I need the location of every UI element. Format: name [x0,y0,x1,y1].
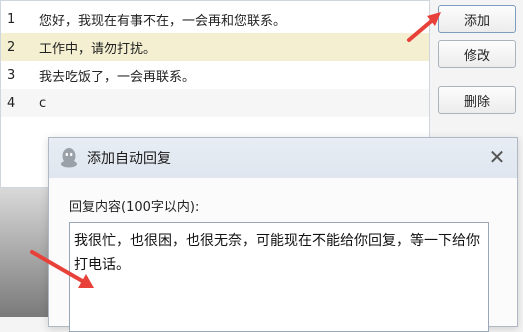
reply-content-input[interactable]: 我很忙，也很困，也很无奈，可能现在不能给你回复，等一下给你打电话。 [69,222,489,332]
list-item[interactable]: 4 c [1,89,429,117]
red-arrow-icon [30,250,94,288]
reply-content-label: 回复内容(100字以内): [69,200,200,215]
dialog-title: 添加自动回复 [87,151,171,167]
list-item[interactable]: 3 我去吃饭了，一会再联系。 [1,61,429,89]
delete-button[interactable]: 删除 [438,86,516,114]
close-icon[interactable]: ✕ [487,147,507,167]
list-item[interactable]: 1 您好，我现在有事不在，一会再和您联系。 [1,5,429,33]
list-item-number: 3 [7,67,16,83]
list-item-number: 4 [7,95,16,111]
list-item-selected[interactable]: 2 工作中，请勿打扰。 [1,33,429,61]
list-item-number: 1 [7,11,16,27]
dialog-titlebar[interactable]: 添加自动回复 ✕ [49,138,517,178]
red-arrow-icon [407,12,441,42]
list-item-text: c [39,95,47,111]
add-button[interactable]: 添加 [438,5,516,33]
list-item-number: 2 [7,39,16,55]
add-auto-reply-dialog: 添加自动回复 ✕ 回复内容(100字以内): 我很忙，也很困，也很无奈，可能现在… [48,137,518,332]
list-item-text: 我去吃饭了，一会再联系。 [39,69,196,85]
list-item-text: 工作中，请勿打扰。 [39,41,157,57]
qq-penguin-icon [61,148,77,168]
edit-button[interactable]: 修改 [438,40,516,68]
list-item-text: 您好，我现在有事不在，一会再和您联系。 [39,13,287,29]
